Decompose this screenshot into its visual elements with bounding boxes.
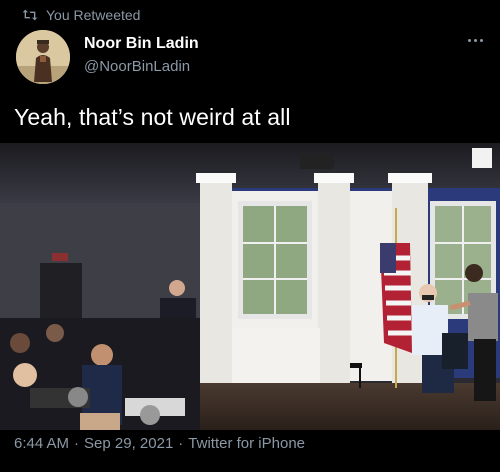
tweet-date[interactable]: Sep 29, 2021 <box>84 435 173 452</box>
avatar-image <box>16 30 70 84</box>
tweet-meta: 6:44 AM · Sep 29, 2021 · Twitter for iPh… <box>14 435 305 452</box>
meta-separator: · <box>178 435 184 452</box>
social-context-label: You Retweeted <box>46 7 141 23</box>
avatar[interactable] <box>16 30 70 84</box>
tweet-time[interactable]: 6:44 AM <box>14 435 69 452</box>
photo-illustration <box>0 143 500 430</box>
retweet-icon <box>22 9 38 21</box>
meta-separator: · <box>74 435 80 452</box>
display-name[interactable]: Noor Bin Ladin <box>84 34 199 54</box>
handle[interactable]: @NoorBinLadin <box>84 56 199 78</box>
tweet-photo[interactable] <box>0 143 500 430</box>
tweet-source[interactable]: Twitter for iPhone <box>188 435 305 452</box>
author-block[interactable]: Noor Bin Ladin @NoorBinLadin <box>84 34 199 78</box>
tweet-text: Yeah, that’s not weird at all <box>14 104 291 130</box>
social-context: You Retweeted <box>22 6 140 24</box>
ellipsis-icon[interactable] <box>464 34 486 46</box>
